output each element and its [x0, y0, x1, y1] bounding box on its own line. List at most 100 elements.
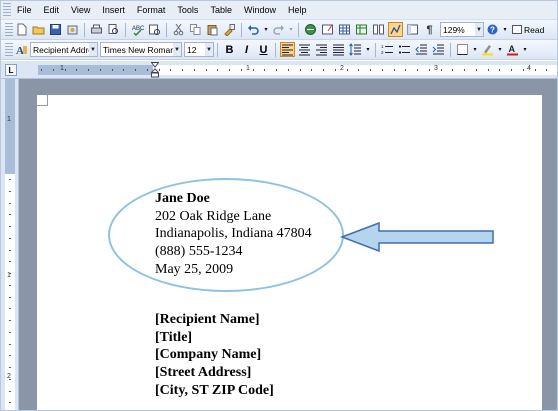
menu-bar-grip[interactable]: [3, 3, 11, 17]
ruler-tick: [170, 69, 171, 71]
help-icon[interactable]: ?: [485, 22, 500, 37]
research-icon[interactable]: [147, 22, 162, 37]
chevron-down-icon[interactable]: ▼: [89, 43, 97, 56]
undo-icon[interactable]: [246, 22, 261, 37]
svg-text:1: 1: [381, 44, 384, 49]
drawing-icon[interactable]: [388, 22, 403, 37]
menu-window[interactable]: Window: [238, 1, 282, 20]
italic-button[interactable]: I: [239, 42, 254, 57]
font-color-icon[interactable]: A: [505, 42, 520, 57]
hyperlink-icon[interactable]: [303, 22, 318, 37]
highlight-icon[interactable]: [480, 42, 495, 57]
bold-button[interactable]: B: [222, 42, 237, 57]
toolbar-separator: [217, 42, 218, 57]
menu-edit[interactable]: Edit: [38, 1, 66, 20]
ruler-tick: [358, 69, 359, 71]
align-right-icon[interactable]: [314, 42, 329, 57]
toolbar-separator: [166, 22, 167, 37]
line-spacing-icon[interactable]: [348, 42, 363, 57]
print-preview-icon[interactable]: [106, 22, 121, 37]
horizontal-ruler[interactable]: L 1 1 2 3 4: [1, 61, 557, 79]
read-label: Read: [524, 24, 545, 35]
chevron-down-icon[interactable]: ▼: [205, 43, 213, 56]
chevron-down-icon[interactable]: ▼: [173, 43, 181, 56]
print-icon[interactable]: [89, 22, 104, 37]
styles-formatting-icon[interactable]: A: [14, 42, 29, 57]
redo-icon[interactable]: [271, 22, 286, 37]
ruler-tick: [441, 69, 442, 71]
font-select[interactable]: Times New Roman ▼: [100, 42, 182, 57]
align-left-icon[interactable]: [280, 42, 295, 57]
ruler-tick: [76, 69, 77, 71]
bullets-icon[interactable]: [397, 42, 412, 57]
toolbar-grip[interactable]: [5, 22, 13, 37]
recipient-block[interactable]: [Recipient Name] [Title] [Company Name] …: [155, 311, 274, 400]
insert-excel-icon[interactable]: [354, 22, 369, 37]
columns-icon[interactable]: [371, 22, 386, 37]
borders-dropdown-icon[interactable]: ▾: [472, 42, 478, 57]
show-hide-icon[interactable]: ¶: [422, 22, 437, 37]
spelling-icon[interactable]: ABC: [130, 22, 145, 37]
help-dropdown-icon[interactable]: ▾: [502, 22, 508, 37]
increase-indent-icon[interactable]: [431, 42, 446, 57]
formatting-toolbar: A Recipient Addre ▼ Times New Roman ▼ 12…: [1, 40, 557, 60]
open-folder-icon[interactable]: [31, 22, 46, 37]
line-spacing-dropdown-icon[interactable]: ▾: [365, 42, 371, 57]
highlight-dropdown-icon[interactable]: ▾: [497, 42, 503, 57]
tables-borders-icon[interactable]: [320, 22, 335, 37]
style-select[interactable]: Recipient Addre ▼: [30, 42, 98, 57]
indent-marker-icon[interactable]: [151, 62, 159, 78]
ruler-tick: [288, 69, 289, 71]
format-painter-icon[interactable]: [222, 22, 237, 37]
borders-icon[interactable]: [455, 42, 470, 57]
vertical-ruler[interactable]: 1 1 2: [1, 79, 19, 410]
chevron-down-icon[interactable]: ▼: [475, 23, 483, 36]
font-size-select[interactable]: 12 ▼: [184, 42, 214, 57]
ruler-tick: [347, 69, 348, 71]
menu-format[interactable]: Format: [131, 1, 172, 20]
zoom-select[interactable]: 129% ▼: [440, 22, 484, 37]
ruler-tick: [100, 69, 101, 71]
paste-icon[interactable]: [205, 22, 220, 37]
svg-text:2: 2: [381, 50, 384, 55]
vruler-tick: [9, 297, 11, 298]
menu-view[interactable]: View: [65, 1, 96, 20]
crop-mark: [36, 94, 48, 106]
tab-selector[interactable]: L: [5, 64, 17, 76]
decrease-indent-icon[interactable]: [414, 42, 429, 57]
recipient-street: [Street Address]: [155, 365, 252, 381]
menu-insert[interactable]: Insert: [96, 1, 131, 20]
numbering-icon[interactable]: 12: [380, 42, 395, 57]
save-icon[interactable]: [48, 22, 63, 37]
toolbar-grip[interactable]: [5, 42, 13, 57]
undo-dropdown-icon[interactable]: ▾: [263, 22, 269, 37]
read-button[interactable]: Read: [512, 25, 544, 35]
insert-table-icon[interactable]: [337, 22, 352, 37]
recipient-title: [Title]: [155, 329, 193, 345]
justify-icon[interactable]: [331, 42, 346, 57]
highlight-ellipse: [108, 178, 344, 292]
cut-icon[interactable]: [171, 22, 186, 37]
permission-icon[interactable]: [65, 22, 80, 37]
toolbar-separator: [298, 22, 299, 37]
vruler-tick: [9, 320, 11, 321]
new-document-icon[interactable]: [14, 22, 29, 37]
ruler-tick: [217, 69, 218, 71]
menu-file[interactable]: File: [11, 1, 38, 20]
align-center-icon[interactable]: [297, 42, 312, 57]
ruler-tick: [335, 69, 336, 71]
toolbar-separator: [84, 22, 85, 37]
font-color-dropdown-icon[interactable]: ▾: [522, 42, 528, 57]
ruler-tick: [452, 69, 453, 71]
menu-tools[interactable]: Tools: [171, 1, 204, 20]
vruler-tick: [9, 273, 11, 274]
redo-dropdown-icon[interactable]: ▾: [288, 22, 294, 37]
svg-text:ABC: ABC: [132, 26, 144, 32]
underline-button[interactable]: U: [256, 42, 271, 57]
vruler-tick: [9, 179, 11, 180]
menu-table[interactable]: Table: [204, 1, 238, 20]
menu-help[interactable]: Help: [282, 1, 313, 20]
document-map-icon[interactable]: [405, 22, 420, 37]
copy-icon[interactable]: [188, 22, 203, 37]
ruler-tick: [382, 69, 383, 71]
